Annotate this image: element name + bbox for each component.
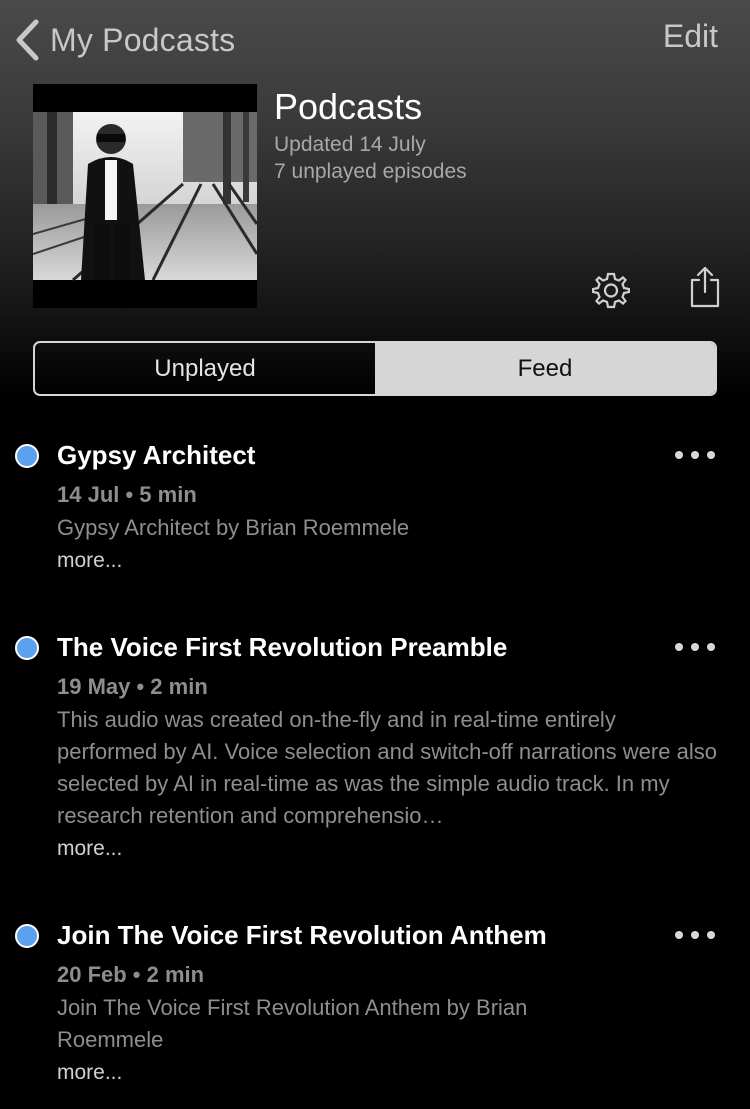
episode-meta: 19 May • 2 min [57,674,208,699]
more-link[interactable]: more... [57,837,122,861]
chevron-left-icon [16,19,39,61]
unplayed-indicator [15,636,39,660]
episode-actions-button[interactable] [675,929,715,941]
episode-meta: 14 Jul • 5 min [57,482,197,507]
share-button[interactable] [689,266,721,308]
podcast-screen: My Podcasts Edit Podcasts Updated 14 Jul… [0,0,750,1109]
episode-title: The Voice First Revolution Preamble [57,632,508,662]
episode-actions-button[interactable] [675,449,715,461]
ellipsis-dot [707,451,715,459]
updated-date: Updated 14 July [274,133,426,156]
segmented-control: Unplayed Feed [33,341,717,396]
episode-description: Join The Voice First Revolution Anthem b… [57,995,528,1052]
podcast-artwork[interactable] [33,84,257,308]
settings-button[interactable] [591,271,631,309]
podcast-title: Podcasts [274,86,423,127]
episode-actions-button[interactable] [675,641,715,653]
segment-unplayed[interactable]: Unplayed [35,343,375,394]
ellipsis-icon [675,451,683,459]
ellipsis-dot [691,931,699,939]
episode-meta: 20 Feb • 2 min [57,962,205,987]
more-link[interactable]: more... [57,1061,122,1085]
episode-title: Join The Voice First Revolution Anthem [57,920,547,950]
edit-button[interactable]: Edit [663,18,718,55]
segment-feed[interactable]: Feed [375,343,715,394]
episode-description: Gypsy Architect by Brian Roemmele [57,515,410,540]
unplayed-indicator [15,924,39,948]
back-button-label: My Podcasts [50,21,236,58]
gear-icon [591,272,631,309]
episode-description: This audio was created on-the-fly and in… [57,707,717,828]
unplayed-indicator [15,444,39,468]
ellipsis-dot [707,643,715,651]
unplayed-count: 7 unplayed episodes [274,160,467,183]
ellipsis-icon [675,643,683,651]
back-button[interactable]: My Podcasts [14,16,235,64]
ellipsis-dot [691,451,699,459]
ellipsis-dot [691,643,699,651]
ellipsis-dot [707,931,715,939]
ellipsis-icon [675,931,683,939]
artwork-image [33,84,257,308]
more-link[interactable]: more... [57,549,122,573]
episode-title: Gypsy Architect [57,440,256,470]
share-icon [690,266,720,308]
